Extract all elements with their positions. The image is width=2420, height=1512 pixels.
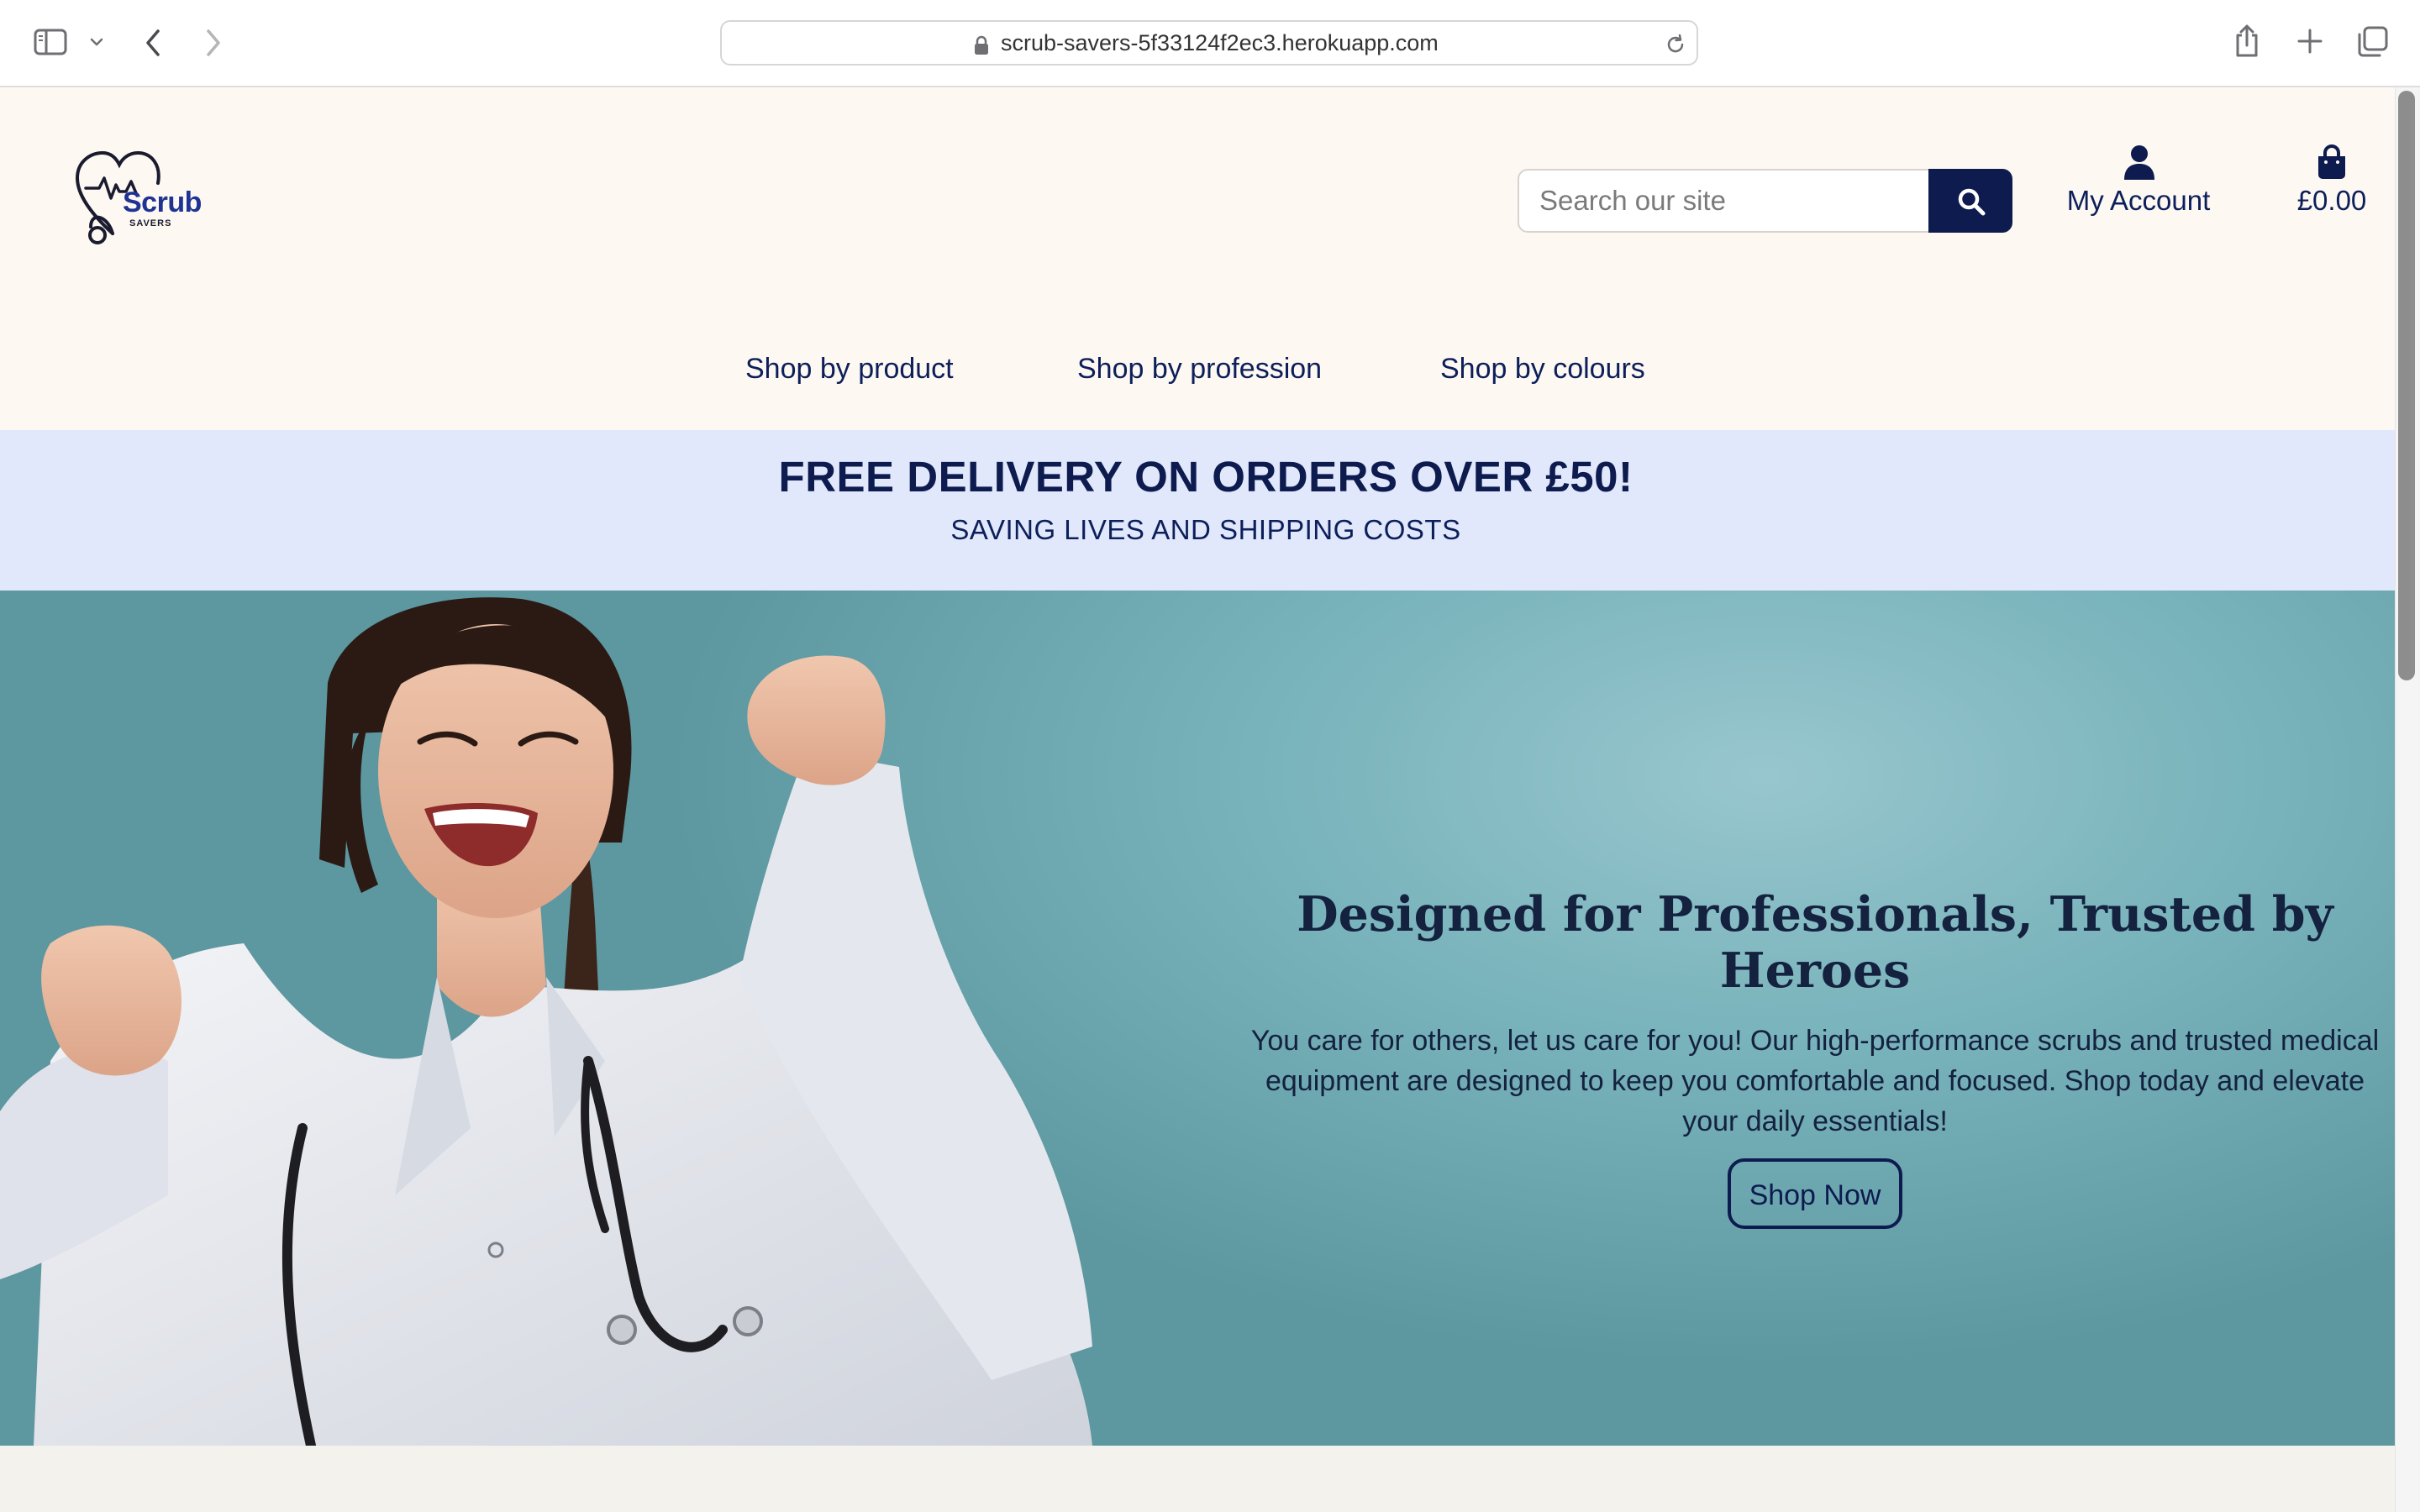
web-page: Scrub SAVERS My Account £0.00 Shop by pr… [0, 87, 2395, 1512]
share-icon[interactable] [2233, 24, 2260, 59]
delivery-banner: FREE DELIVERY ON ORDERS OVER £50! SAVING… [0, 430, 2395, 591]
tabs-overview-icon[interactable] [2356, 26, 2388, 58]
site-header: Scrub SAVERS My Account £0.00 Shop by pr… [0, 87, 2395, 430]
hero-doctor-image [0, 597, 1092, 1446]
hero-title: Designed for Professionals, Trusted by H… [1297, 886, 2333, 999]
lock-icon [973, 35, 990, 55]
shop-now-button[interactable]: Shop Now [1727, 1158, 1903, 1229]
basket-link[interactable]: £0.00 [2286, 139, 2378, 232]
chevron-down-icon[interactable] [89, 37, 104, 47]
back-arrow-icon[interactable] [143, 28, 163, 58]
reload-icon[interactable] [1663, 32, 1688, 57]
logo-wordmark: Scrub [123, 186, 202, 218]
address-bar[interactable]: scrub-savers-5f33124f2ec3.herokuapp.com [720, 20, 1698, 66]
my-account-link[interactable]: My Account [2050, 139, 2227, 232]
scrollbar-thumb[interactable] [2398, 91, 2415, 680]
next-section-strip [0, 1446, 2395, 1512]
url-text: scrub-savers-5f33124f2ec3.herokuapp.com [1001, 30, 1439, 55]
hero-description: You care for others, let us care for you… [1250, 1025, 2380, 1137]
delivery-banner-title: FREE DELIVERY ON ORDERS OVER £50! [778, 453, 1634, 501]
sidebar-icon[interactable] [34, 29, 67, 55]
search-icon [1958, 188, 1986, 216]
delivery-banner-subtitle: SAVING LIVES AND SHIPPING COSTS [950, 514, 1461, 545]
hero-content: Designed for Professionals, Trusted by H… [1244, 886, 2386, 1229]
main-navigation: Shop by product Shop by profession Shop … [0, 344, 2395, 394]
my-account-label: My Account [2066, 185, 2211, 216]
basket-total: £0.00 [2296, 185, 2367, 216]
site-logo[interactable]: Scrub SAVERS [74, 146, 208, 247]
user-icon [2124, 145, 2154, 180]
nav-shop-by-product[interactable]: Shop by product [745, 344, 954, 394]
browser-toolbar: scrub-savers-5f33124f2ec3.herokuapp.com [0, 0, 2420, 87]
hero-section: Designed for Professionals, Trusted by H… [0, 591, 2395, 1446]
nav-shop-by-profession[interactable]: Shop by profession [1077, 344, 1322, 394]
forward-arrow-icon[interactable] [203, 28, 224, 58]
shopping-bag-icon [2318, 144, 2345, 179]
nav-shop-by-colours[interactable]: Shop by colours [1440, 344, 1645, 394]
logo-subtitle: SAVERS [129, 218, 172, 228]
search-button[interactable] [1928, 169, 2012, 233]
new-tab-icon[interactable] [2296, 28, 2323, 55]
search-input[interactable] [1518, 169, 1933, 233]
